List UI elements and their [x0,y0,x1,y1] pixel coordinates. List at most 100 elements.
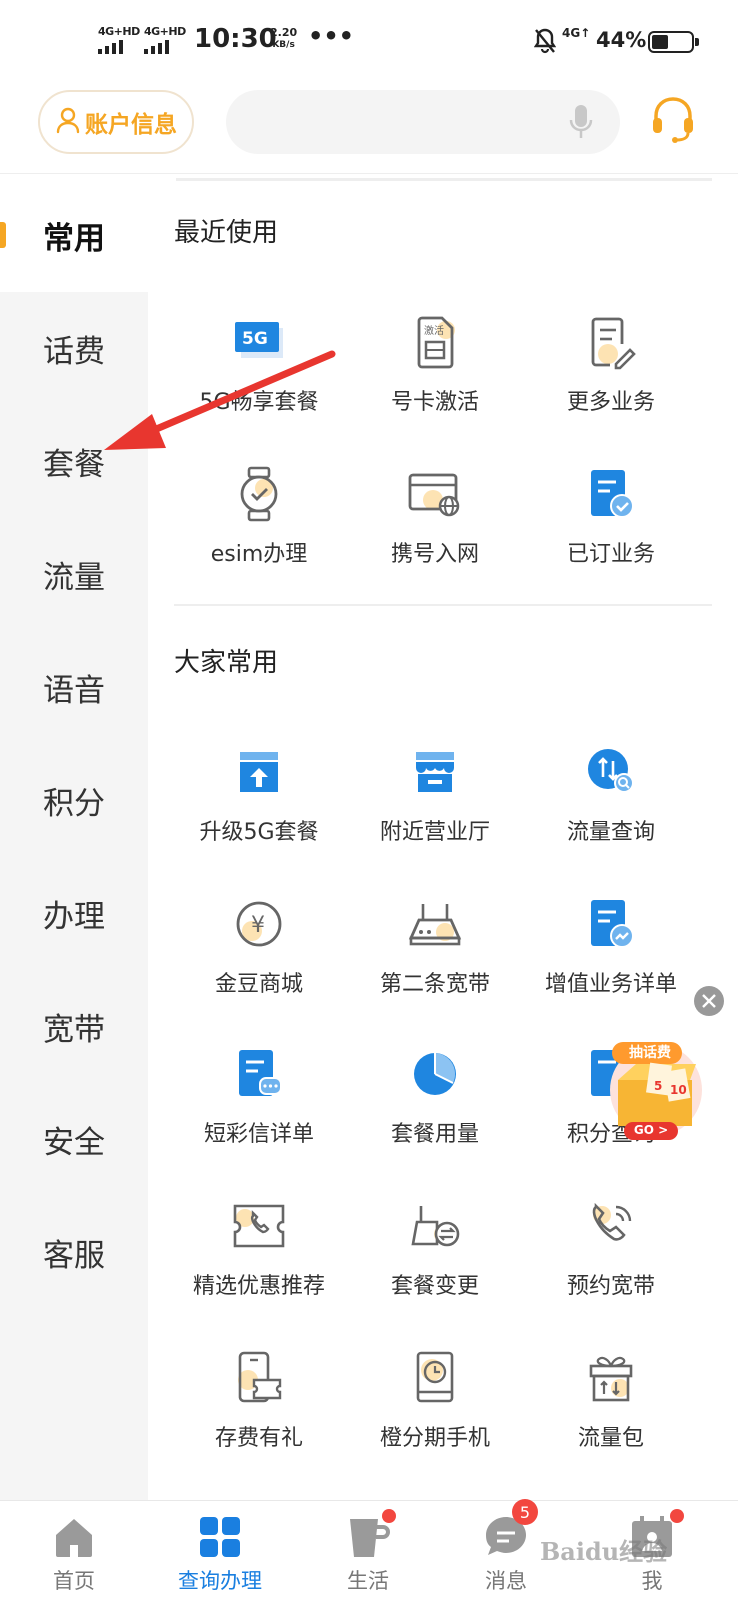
clock: 10:30 [194,24,277,54]
common-item-label: 升级5G套餐 [199,820,319,845]
common-item-label: 短彩信详单 [203,1122,314,1147]
promo-label: 抽话费 [629,1045,671,1061]
common-item[interactable]: 流量查询 [522,744,700,864]
upgrade-box-icon [231,744,287,800]
document-chart-icon [583,896,639,952]
more-notifications: ••• [308,22,355,50]
common-item[interactable]: 第二条宽带 [346,896,524,1016]
sidebar-item-broadband[interactable]: 宽带 [0,969,148,1083]
signal-1-label: 4G+HD [98,25,140,38]
common-item-label: 流量查询 [566,820,655,845]
common-item[interactable]: 存费有礼 [170,1350,348,1470]
common-item-label: 精选优惠推荐 [192,1274,325,1299]
network-type: 4G↑ [562,26,591,40]
store-icon [407,744,463,800]
mic-icon[interactable] [568,104,594,144]
common-item-label: 增值业务详单 [544,972,677,997]
phone-call-icon [583,1198,639,1254]
signal-2: 4G+HD [144,26,186,54]
account-info-button[interactable]: 账户信息 [38,90,194,154]
card-globe-icon [407,466,463,522]
tab-label: 生活 [347,1569,389,1593]
common-item[interactable]: 流量包 [522,1350,700,1470]
signal-bars-icon [98,40,123,54]
yen-coin-icon: ¥ [231,896,287,952]
promo-close-button[interactable] [694,986,724,1016]
user-icon [55,106,81,138]
sidebar-item-customer-service[interactable]: 客服 [0,1195,148,1309]
battery-percent: 44% [596,28,647,52]
messages-count-badge: 5 [512,1499,538,1525]
signal-2-label: 4G+HD [144,25,186,38]
common-item-label: 预约宽带 [566,1274,655,1299]
recent-item[interactable]: 激活 号卡激活 [346,314,524,434]
common-item[interactable]: 套餐用量 [346,1046,524,1166]
life-dot-badge [382,1509,396,1523]
sidebar-item-common[interactable]: 常用 [0,178,148,292]
common-item[interactable]: 橙分期手机 [346,1350,524,1470]
watch-icon [231,466,287,522]
sidebar-item-points[interactable]: 积分 [0,743,148,857]
network-speed: 2.20 KB/s [270,27,297,51]
close-icon [702,994,716,1008]
gift-box-icon [583,1350,639,1406]
common-item-label: 附近营业厅 [379,820,490,845]
sidebar-item-data[interactable]: 流量 [0,517,148,631]
recent-section-title: 最近使用 [174,218,279,248]
sidebar-item-security[interactable]: 安全 [0,1082,148,1196]
svg-text:5G: 5G [242,329,268,349]
tab-home[interactable]: 首页 [14,1501,134,1600]
headset-icon[interactable] [650,94,696,148]
common-item-label: 套餐变更 [390,1274,479,1299]
message-icon: 5 [482,1499,538,1561]
annotation-arrow-icon [104,350,336,450]
battery-fill [652,35,668,49]
status-bar: 4G+HD 4G+HD 10:30 2.20 KB/s ••• 4G↑ 44% [0,0,738,78]
common-item-label: 第二条宽带 [379,972,490,997]
document-message-icon [231,1046,287,1102]
grid-icon [196,1513,244,1561]
recent-item[interactable]: 携号入网 [346,466,524,586]
me-dot-badge [670,1509,684,1523]
app-screen: 4G+HD 4G+HD 10:30 2.20 KB/s ••• 4G↑ 44% … [0,0,738,1600]
speed-unit: KB/s [272,40,295,50]
sidebar-item-handle[interactable]: 办理 [0,856,148,970]
common-item-label: 套餐用量 [390,1122,479,1147]
recent-item[interactable]: esim办理 [170,466,348,586]
common-item[interactable]: 精选优惠推荐 [170,1198,348,1318]
common-item[interactable]: ¥ 金豆商城 [170,896,348,1016]
common-item-label: 橙分期手机 [379,1426,490,1451]
lottery-promo-widget[interactable]: 5 10 抽话费 GO > [604,1034,704,1144]
cup-icon [344,1509,396,1561]
common-section-title: 大家常用 [174,648,279,678]
sim-activate-text: 激活 [424,324,444,337]
common-item[interactable]: 预约宽带 [522,1198,700,1318]
common-item[interactable]: 套餐变更 [346,1198,524,1318]
recent-item-label: 已订业务 [566,542,655,567]
search-bar[interactable] [226,90,620,154]
promo-number-2: 10 [670,1083,687,1097]
common-item-label: 金豆商城 [214,972,303,997]
header: 账户信息 [0,78,738,174]
tab-query-handle[interactable]: 查询办理 [160,1501,280,1600]
sim-activate-icon: 激活 [407,314,463,370]
bell-off-icon [533,28,557,58]
recent-item-label: esim办理 [210,542,308,567]
promo-go-button[interactable]: GO > [624,1123,678,1137]
common-item[interactable]: 短彩信详单 [170,1046,348,1166]
search-input[interactable] [248,102,548,142]
common-item[interactable]: 增值业务详单 [522,896,700,1016]
common-item-label: 存费有礼 [214,1426,303,1451]
common-item[interactable]: 升级5G套餐 [170,744,348,864]
tab-life[interactable]: 生活 [308,1501,428,1600]
tab-label: 我 [641,1569,663,1593]
recent-item[interactable]: 更多业务 [522,314,700,434]
sidebar-item-voice[interactable]: 语音 [0,630,148,744]
recent-item[interactable]: 已订业务 [522,466,700,586]
common-item[interactable]: 附近营业厅 [346,744,524,864]
tab-label: 查询办理 [178,1569,262,1593]
yen-symbol: ¥ [251,913,265,938]
account-info-label: 账户信息 [85,112,177,138]
router-exchange-icon [407,1198,463,1254]
document-check-icon [583,466,639,522]
